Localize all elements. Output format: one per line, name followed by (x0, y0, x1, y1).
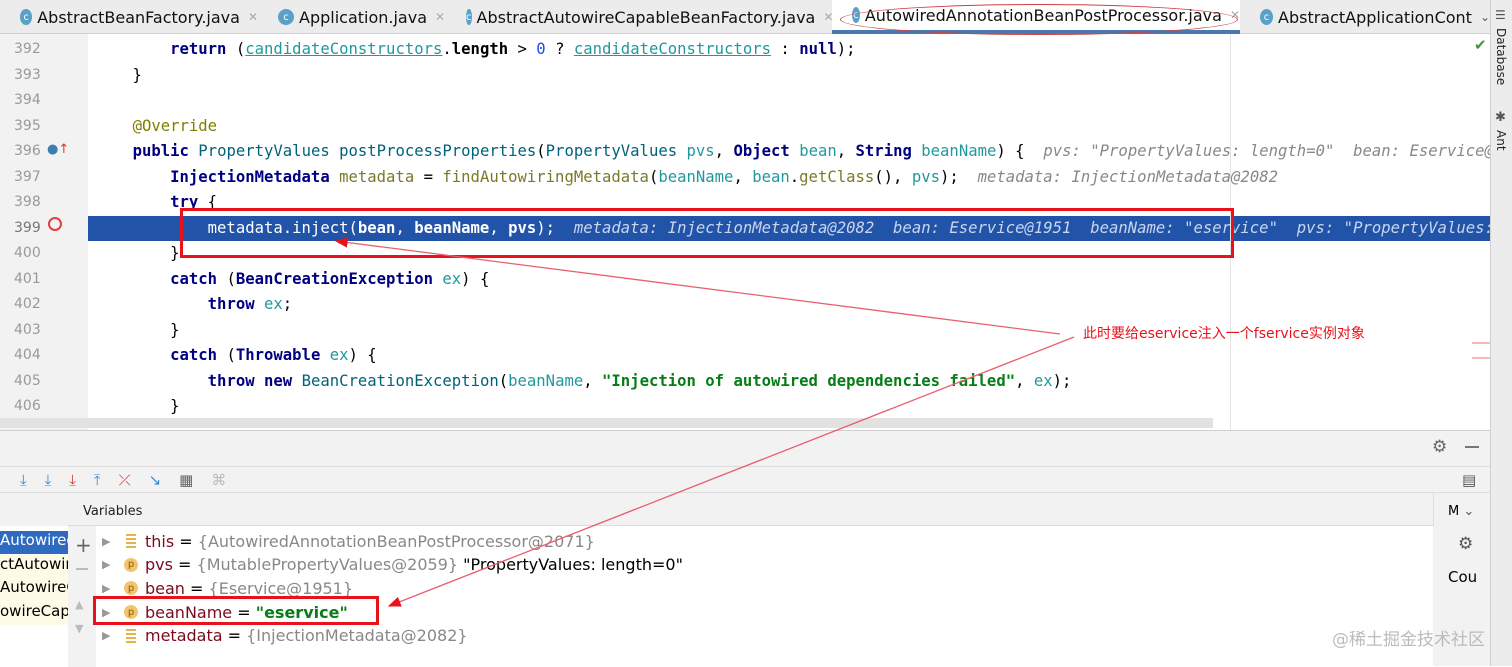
annotation-text: 此时要给eservice注入一个fservice实例对象 (1083, 326, 1365, 342)
watermark: @稀土掘金技术社区 (1332, 630, 1485, 650)
arrow-to-code (334, 237, 1061, 335)
arrow-to-variable (387, 336, 1075, 607)
